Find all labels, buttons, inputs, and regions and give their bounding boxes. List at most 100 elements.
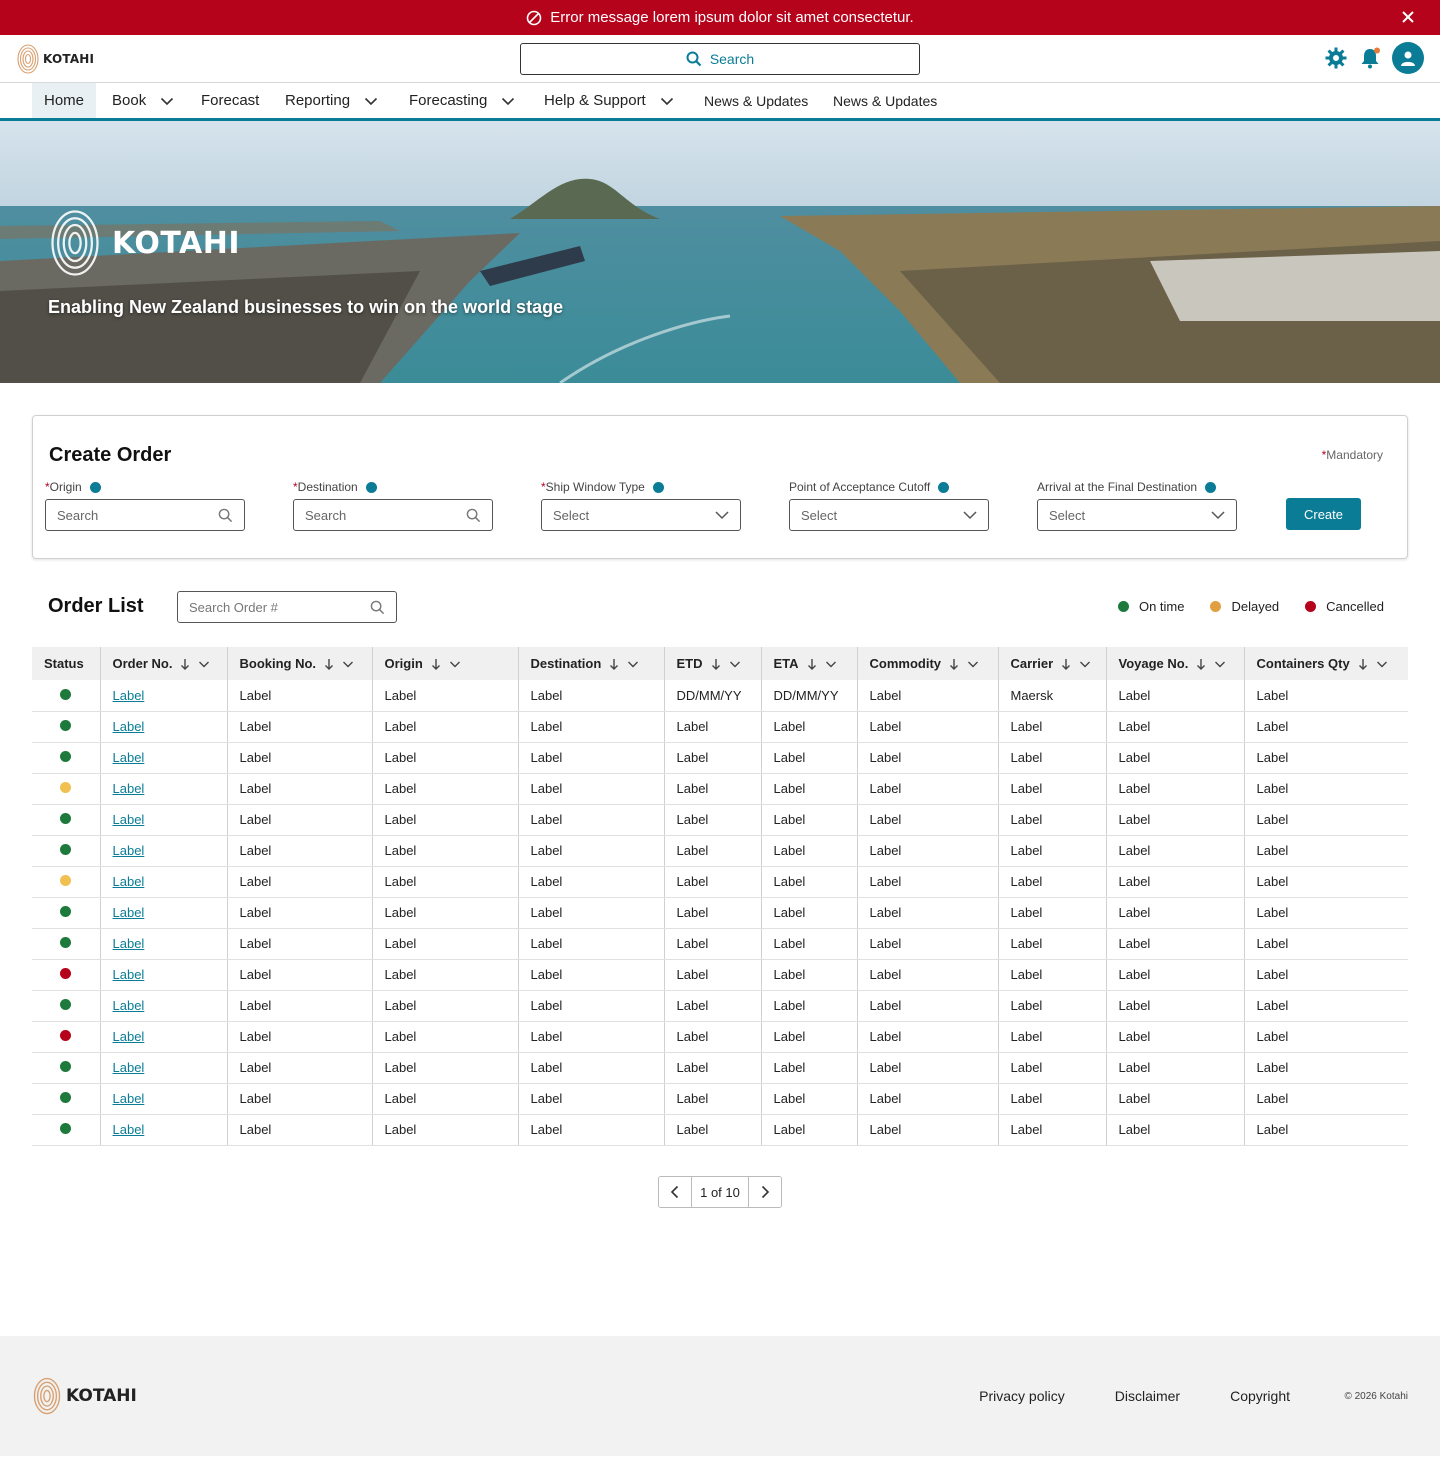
- order-number-link[interactable]: Label: [113, 843, 145, 858]
- legend-on-time: On time: [1117, 599, 1184, 614]
- chevron-down-icon[interactable]: [198, 658, 210, 670]
- chevron-down-icon[interactable]: [1376, 658, 1388, 670]
- order-number-link[interactable]: Label: [113, 812, 145, 827]
- column-header[interactable]: Booking No.: [227, 647, 373, 680]
- privacy-policy-link[interactable]: Privacy policy: [979, 1388, 1065, 1404]
- sort-arrow-icon[interactable]: [324, 658, 334, 670]
- nav-item-help-support[interactable]: Help & Support: [544, 83, 674, 118]
- table-cell: Label: [227, 773, 373, 805]
- sort-arrow-icon[interactable]: [609, 658, 619, 670]
- next-page-button[interactable]: [749, 1177, 781, 1207]
- order-number-link[interactable]: Label: [113, 781, 145, 796]
- sort-arrow-icon[interactable]: [711, 658, 721, 670]
- order-number-link[interactable]: Label: [113, 967, 145, 982]
- column-header[interactable]: Commodity: [857, 647, 999, 680]
- order-number-link[interactable]: Label: [113, 874, 145, 889]
- column-header[interactable]: Origin: [372, 647, 519, 680]
- table-cell: Label: [1106, 742, 1245, 774]
- create-button[interactable]: Create: [1286, 498, 1361, 530]
- prev-page-button[interactable]: [659, 1177, 691, 1207]
- order-number-link[interactable]: Label: [113, 1122, 145, 1137]
- chevron-down-icon[interactable]: [967, 658, 979, 670]
- order-number-link[interactable]: Label: [113, 905, 145, 920]
- footer-links: Privacy policy Disclaimer Copyright: [979, 1388, 1290, 1404]
- column-header[interactable]: Order No.: [100, 647, 228, 680]
- nav-label: Home: [44, 92, 85, 109]
- nav-item-reporting[interactable]: Reporting: [285, 83, 378, 118]
- destination-input[interactable]: Search: [293, 499, 493, 531]
- status-dot: [60, 999, 72, 1010]
- acceptance-cutoff-placeholder: Select: [801, 507, 838, 523]
- status-cell: [32, 897, 101, 929]
- acceptance-cutoff-select[interactable]: Select: [789, 499, 989, 531]
- info-icon[interactable]: [365, 481, 377, 493]
- status-dot: [60, 968, 72, 979]
- table-cell: Label: [100, 1021, 228, 1053]
- order-number-link[interactable]: Label: [113, 1029, 145, 1044]
- order-number-link[interactable]: Label: [113, 936, 145, 951]
- avatar[interactable]: [1392, 42, 1424, 74]
- nav-item-forecast[interactable]: Forecast: [201, 83, 259, 118]
- bell-icon[interactable]: [1358, 46, 1382, 70]
- sort-arrow-icon[interactable]: [949, 658, 959, 670]
- order-number-link[interactable]: Label: [113, 1060, 145, 1075]
- origin-input[interactable]: Search: [45, 499, 245, 531]
- page-indicator: 1 of 10: [691, 1177, 749, 1207]
- sort-arrow-icon[interactable]: [1061, 658, 1071, 670]
- order-number-link[interactable]: Label: [113, 719, 145, 734]
- chevron-down-icon[interactable]: [1079, 658, 1091, 670]
- global-search[interactable]: Search: [520, 43, 920, 75]
- logo[interactable]: KOTAHI: [16, 43, 94, 75]
- column-header[interactable]: Destination: [518, 647, 665, 680]
- column-header[interactable]: Voyage No.: [1106, 647, 1245, 680]
- nav-item-news-updates[interactable]: News & Updates: [704, 83, 808, 118]
- column-header[interactable]: ETD: [664, 647, 762, 680]
- final-arrival-placeholder: Select: [1049, 507, 1086, 523]
- status-cell: [32, 680, 101, 712]
- table-cell: Label: [1106, 1114, 1245, 1146]
- chevron-down-icon[interactable]: [627, 658, 639, 670]
- order-number-link[interactable]: Label: [113, 688, 145, 703]
- chevron-down-icon[interactable]: [449, 658, 461, 670]
- nav-item-news-updates-2[interactable]: News & Updates: [833, 83, 937, 118]
- table-cell: Label: [227, 835, 373, 867]
- status-cell: [32, 773, 101, 805]
- table-row: Label Label Label Label Label Label Label Label…: [32, 866, 1408, 898]
- copyright-link[interactable]: Copyright: [1230, 1388, 1290, 1404]
- order-number-link[interactable]: Label: [113, 750, 145, 765]
- info-icon[interactable]: [652, 481, 664, 493]
- table-cell: Label: [1106, 928, 1245, 960]
- info-icon[interactable]: [938, 481, 950, 493]
- chevron-down-icon[interactable]: [729, 658, 741, 670]
- order-number-link[interactable]: Label: [113, 998, 145, 1013]
- sort-arrow-icon[interactable]: [1358, 658, 1368, 670]
- gear-icon[interactable]: [1324, 46, 1348, 70]
- table-cell: Label: [664, 866, 762, 898]
- final-arrival-select[interactable]: Select: [1037, 499, 1237, 531]
- chevron-down-icon[interactable]: [342, 658, 354, 670]
- ship-window-type-select[interactable]: Select: [541, 499, 741, 531]
- column-header[interactable]: Containers Qty: [1244, 647, 1408, 680]
- nav-item-forecasting[interactable]: Forecasting: [409, 83, 515, 118]
- nav-item-book[interactable]: Book: [112, 83, 174, 118]
- close-icon[interactable]: [1400, 9, 1416, 25]
- sort-arrow-icon[interactable]: [180, 658, 190, 670]
- table-cell: Label: [1106, 959, 1245, 991]
- chevron-down-icon[interactable]: [1214, 658, 1226, 670]
- info-icon[interactable]: [1205, 481, 1217, 493]
- column-header[interactable]: Carrier: [998, 647, 1107, 680]
- nav-item-home[interactable]: Home: [32, 83, 97, 118]
- table-cell: Label: [857, 990, 999, 1022]
- column-header[interactable]: ETA: [761, 647, 858, 680]
- sort-arrow-icon[interactable]: [807, 658, 817, 670]
- sort-arrow-icon[interactable]: [1196, 658, 1206, 670]
- order-number-link[interactable]: Label: [113, 1091, 145, 1106]
- chevron-down-icon[interactable]: [825, 658, 837, 670]
- sort-arrow-icon[interactable]: [431, 658, 441, 670]
- footer-logo[interactable]: KOTAHI: [32, 1376, 137, 1416]
- table-cell: Label: [857, 1114, 999, 1146]
- table-cell: Label: [227, 959, 373, 991]
- info-icon[interactable]: [89, 481, 101, 493]
- disclaimer-link[interactable]: Disclaimer: [1115, 1388, 1180, 1404]
- order-search-input[interactable]: Search Order #: [177, 591, 397, 623]
